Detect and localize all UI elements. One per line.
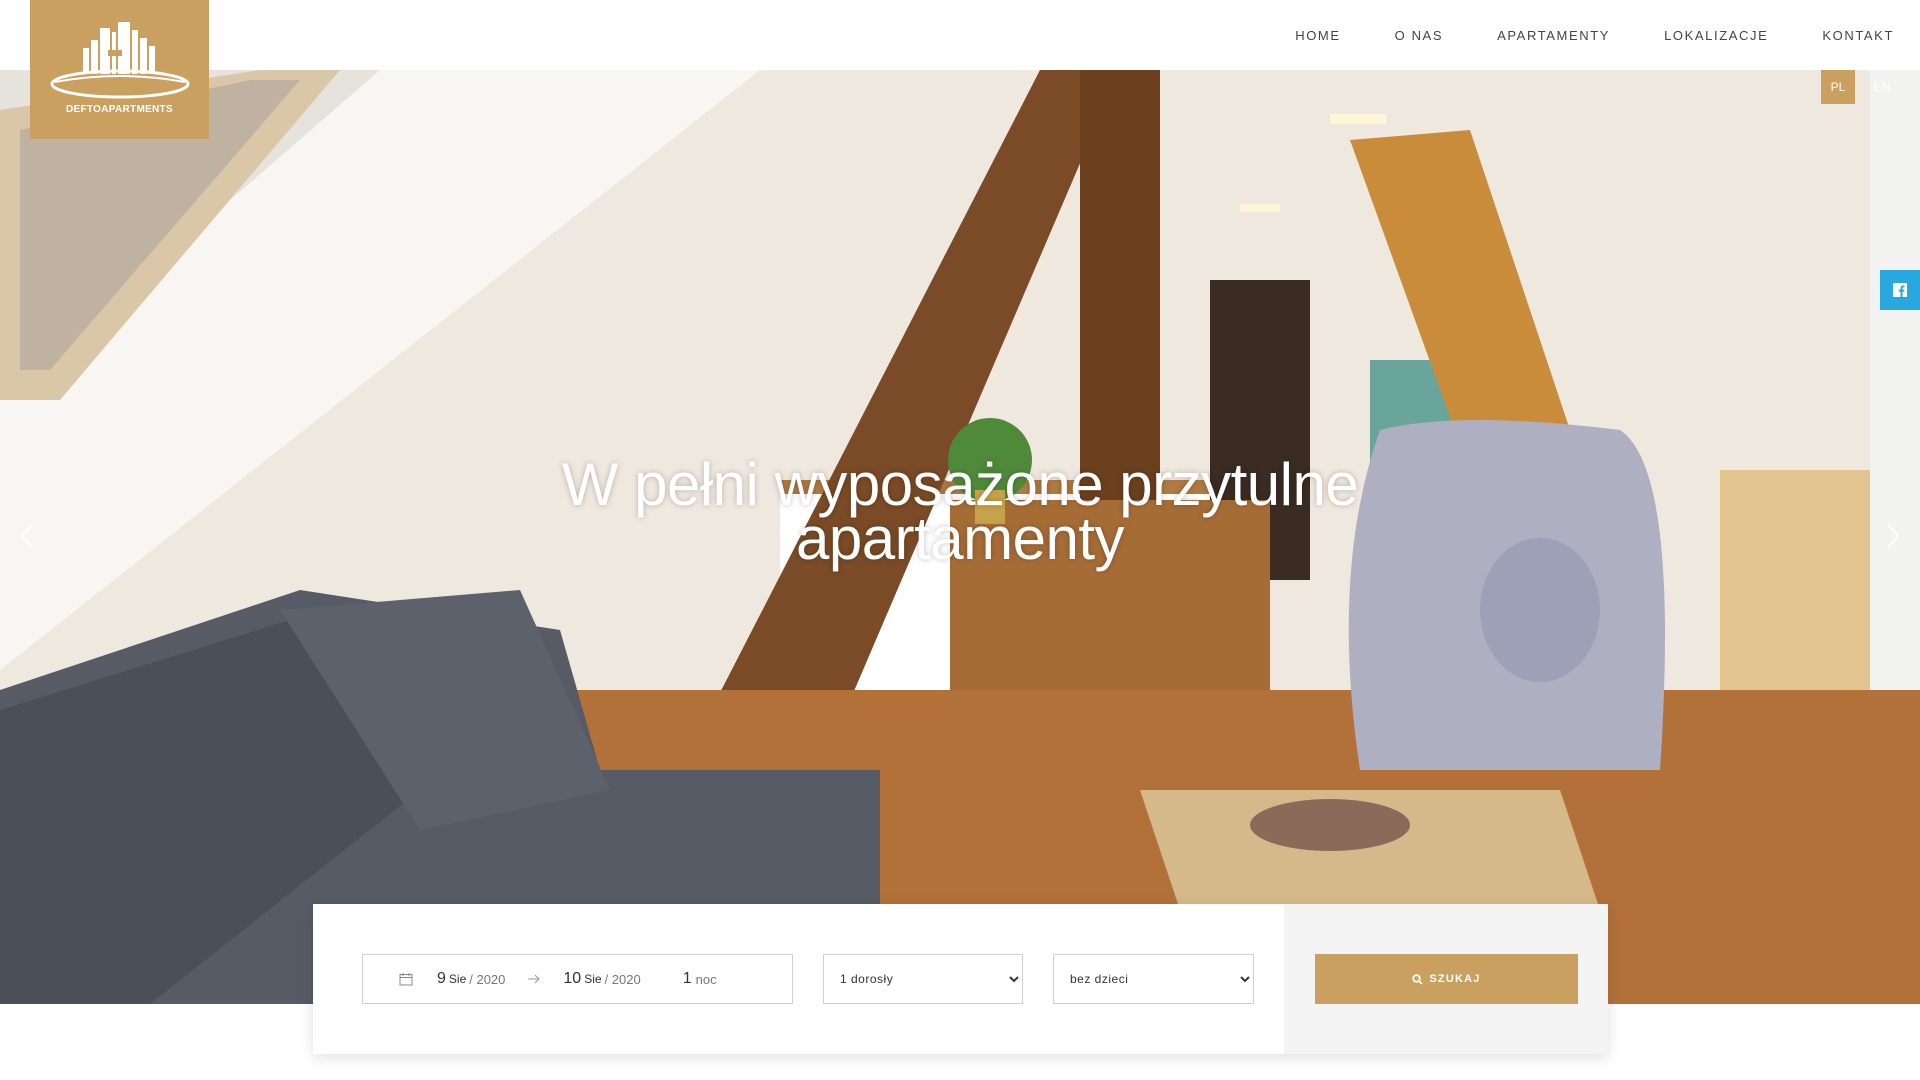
search-icon <box>1412 973 1424 985</box>
checkout-year: / 2020 <box>604 971 641 987</box>
top-bar: HOME O NAS APARTAMENTY LOKALIZACJE KONTA… <box>0 0 1920 70</box>
nav-home[interactable]: HOME <box>1295 28 1340 43</box>
logo[interactable]: DEFTOAPARTMENTS <box>30 0 209 139</box>
checkin-year: / 2020 <box>469 971 506 987</box>
booking-widget: 9 Sie / 2020 10 Sie / 2020 1 noc 1 doros… <box>313 904 1608 1054</box>
nav-apartments[interactable]: APARTAMENTY <box>1497 28 1610 43</box>
date-range-picker[interactable]: 9 Sie / 2020 10 Sie / 2020 1 noc <box>362 954 793 1004</box>
adults-select[interactable]: 1 dorosły <box>823 954 1023 1004</box>
search-button-label: SZUKAJ <box>1429 973 1481 985</box>
logo-buildings-icon <box>50 22 189 99</box>
booking-action-panel: SZUKAJ <box>1284 904 1608 1054</box>
facebook-button[interactable] <box>1880 270 1920 310</box>
checkout-day: 10 <box>563 970 582 987</box>
logo-text: DEFTOAPARTMENTS <box>66 104 173 115</box>
main-nav: HOME O NAS APARTAMENTY LOKALIZACJE KONTA… <box>1241 0 1894 70</box>
slider-prev-button[interactable] <box>12 516 42 556</box>
nav-contact[interactable]: KONTAKT <box>1822 28 1894 43</box>
checkin-month: Sie <box>448 972 467 986</box>
arrow-right-icon <box>528 974 541 984</box>
slider-next-button[interactable] <box>1878 516 1908 556</box>
calendar-icon <box>399 973 413 986</box>
lang-en-button[interactable]: EN <box>1865 70 1899 104</box>
children-select[interactable]: bez dzieci <box>1053 954 1254 1004</box>
chevron-right-icon <box>1887 523 1900 549</box>
chevron-left-icon <box>20 523 33 549</box>
nights-count: 1 <box>682 970 692 987</box>
checkout-month: Sie <box>584 972 602 986</box>
booking-fields: 9 Sie / 2020 10 Sie / 2020 1 noc 1 doros… <box>313 904 1284 1054</box>
hero-title: W pełni wyposażone przytulne apartamenty <box>561 451 1359 572</box>
checkin-day: 9 <box>437 970 446 987</box>
nav-about[interactable]: O NAS <box>1395 28 1443 43</box>
nav-locations[interactable]: LOKALIZACJE <box>1664 28 1768 43</box>
nights-label: noc <box>695 971 717 987</box>
facebook-icon <box>1893 283 1907 297</box>
lang-pl-button[interactable]: PL <box>1821 70 1855 104</box>
search-button[interactable]: SZUKAJ <box>1315 954 1578 1004</box>
